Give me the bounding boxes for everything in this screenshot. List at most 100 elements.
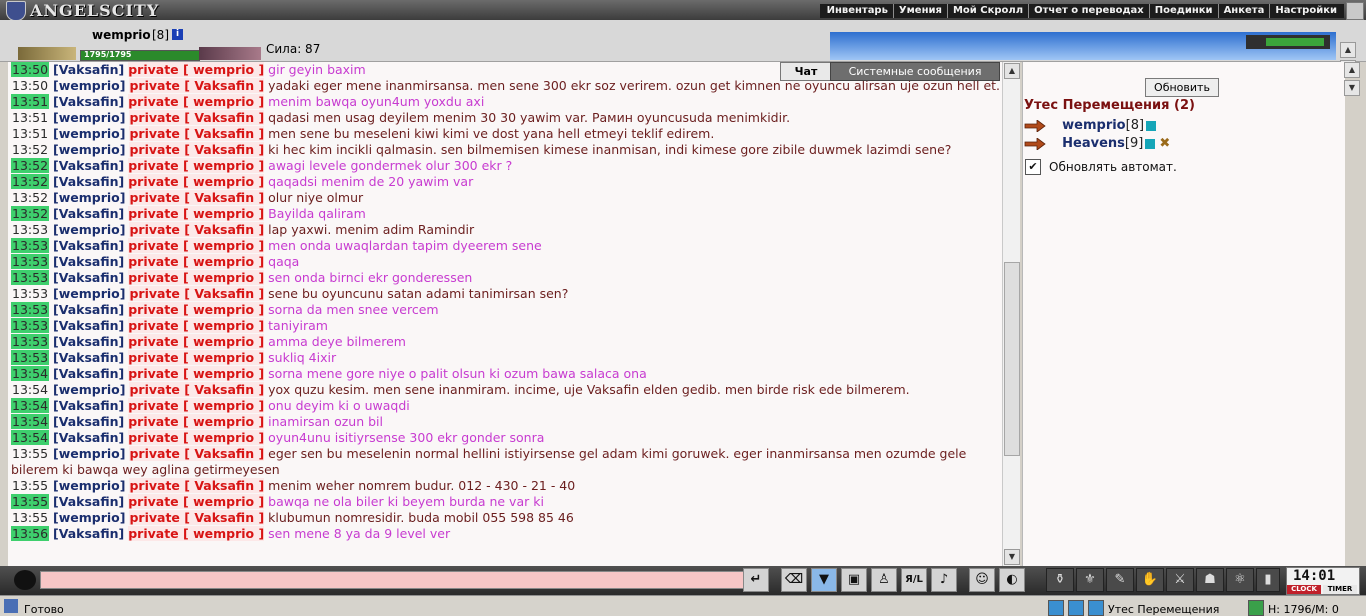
menu-inventory[interactable]: Инвентарь	[822, 4, 893, 18]
message-recipient[interactable]: private [ wemprio ]	[128, 430, 265, 445]
message-sender[interactable]: [Vaksafin]	[53, 430, 124, 445]
message-recipient[interactable]: private [ wemprio ]	[128, 334, 265, 349]
menu-my-scroll[interactable]: Мой Скролл	[946, 4, 1028, 18]
message-sender[interactable]: [Vaksafin]	[53, 302, 124, 317]
info-icon[interactable]: i	[172, 29, 183, 40]
message-recipient[interactable]: private [ Vaksafin ]	[129, 110, 265, 125]
message-sender[interactable]: [Vaksafin]	[53, 94, 124, 109]
message-recipient[interactable]: private [ wemprio ]	[128, 254, 265, 269]
person-button[interactable]: ♙	[871, 568, 897, 592]
scroll-thumb[interactable]	[1004, 262, 1020, 456]
message-recipient[interactable]: private [ Vaksafin ]	[129, 382, 265, 397]
info-icon[interactable]	[1146, 120, 1157, 131]
message-sender[interactable]: [Vaksafin]	[53, 350, 124, 365]
smile-button[interactable]: ☺	[969, 568, 995, 592]
bag-icon[interactable]: ⚱	[1046, 568, 1074, 592]
tab-system-messages[interactable]: Системные сообщения	[830, 62, 1000, 81]
message-recipient[interactable]: private [ wemprio ]	[128, 398, 265, 413]
chat-input[interactable]	[40, 571, 746, 589]
logo[interactable]: ANGELSCITY	[2, 0, 177, 21]
fight-icon[interactable]: ⚔	[1166, 568, 1194, 592]
clear-button[interactable]: ⌫	[781, 568, 807, 592]
save-button[interactable]: ▣	[841, 568, 867, 592]
exit-icon[interactable]: ▮	[1256, 568, 1280, 592]
message-recipient[interactable]: private [ Vaksafin ]	[129, 142, 265, 157]
message-sender[interactable]: [wemprio]	[53, 510, 125, 525]
scroll-up-icon[interactable]: ▲	[1344, 62, 1360, 78]
message-sender[interactable]: [wemprio]	[53, 110, 125, 125]
magic-icon[interactable]: ⚛	[1226, 568, 1254, 592]
message-sender[interactable]: [Vaksafin]	[53, 174, 124, 189]
message-sender[interactable]: [wemprio]	[53, 446, 125, 461]
message-recipient[interactable]: private [ Vaksafin ]	[129, 478, 265, 493]
message-sender[interactable]: [Vaksafin]	[53, 206, 124, 221]
player-name[interactable]: wemprio	[92, 28, 151, 42]
info-icon[interactable]	[1145, 138, 1156, 149]
message-sender[interactable]: [Vaksafin]	[53, 398, 124, 413]
message-sender[interactable]: [Vaksafin]	[53, 414, 124, 429]
message-recipient[interactable]: private [ wemprio ]	[128, 494, 265, 509]
message-recipient[interactable]: private [ wemprio ]	[128, 94, 265, 109]
scroll-up-icon[interactable]: ▲	[1340, 42, 1356, 58]
player-link[interactable]: wemprio	[1062, 118, 1125, 133]
message-recipient[interactable]: private [ wemprio ]	[128, 526, 265, 541]
message-sender[interactable]: [Vaksafin]	[53, 158, 124, 173]
speaker-icon[interactable]	[14, 570, 36, 590]
attack-icon[interactable]: ✖	[1159, 136, 1170, 151]
tab-chat[interactable]: Чат	[780, 62, 832, 81]
message-sender[interactable]: [wemprio]	[53, 286, 125, 301]
clan-icon[interactable]: ⚜	[1076, 568, 1104, 592]
message-sender[interactable]: [wemprio]	[53, 142, 125, 157]
menu-profile[interactable]: Анкета	[1217, 4, 1270, 18]
scroll-up-icon[interactable]: ▲	[1004, 63, 1020, 79]
auto-refresh-toggle[interactable]: ✔ Обновлять автомат.	[1025, 159, 1177, 175]
menu-fights[interactable]: Поединки	[1148, 4, 1218, 18]
message-recipient[interactable]: private [ wemprio ]	[128, 302, 265, 317]
message-sender[interactable]: [Vaksafin]	[53, 494, 124, 509]
message-sender[interactable]: [Vaksafin]	[53, 270, 124, 285]
face-button[interactable]: ◐	[999, 568, 1025, 592]
message-recipient[interactable]: private [ wemprio ]	[128, 238, 265, 253]
message-sender[interactable]: [wemprio]	[53, 382, 125, 397]
house-icon[interactable]: ☗	[1196, 568, 1224, 592]
message-sender[interactable]: [Vaksafin]	[53, 62, 124, 77]
menu-settings[interactable]: Настройки	[1269, 4, 1342, 18]
message-recipient[interactable]: private [ Vaksafin ]	[129, 510, 265, 525]
message-recipient[interactable]: private [ wemprio ]	[128, 174, 265, 189]
message-recipient[interactable]: private [ wemprio ]	[128, 62, 265, 77]
refresh-button[interactable]: Обновить	[1145, 78, 1219, 97]
message-sender[interactable]: [wemprio]	[53, 478, 125, 493]
side-scrollbar[interactable]: ▲ ▼	[1344, 62, 1360, 566]
translit-button[interactable]: Я/L	[901, 568, 927, 592]
clock-label[interactable]: CLOCK	[1287, 585, 1321, 594]
hand-icon[interactable]: ✋	[1136, 568, 1164, 592]
message-recipient[interactable]: private [ wemprio ]	[128, 366, 265, 381]
player-link[interactable]: Heavens	[1062, 136, 1125, 151]
message-sender[interactable]: [Vaksafin]	[53, 526, 124, 541]
menu-transfer-report[interactable]: Отчет о переводах	[1028, 4, 1149, 18]
message-sender[interactable]: [wemprio]	[53, 190, 125, 205]
send-button[interactable]: ↵	[743, 568, 769, 592]
message-sender[interactable]: [Vaksafin]	[53, 318, 124, 333]
chat-log[interactable]: 13:50 [Vaksafin] private [ wemprio ] gir…	[8, 62, 1002, 566]
message-sender[interactable]: [Vaksafin]	[53, 238, 124, 253]
message-recipient[interactable]: private [ Vaksafin ]	[129, 286, 265, 301]
scroll-down-icon[interactable]: ▼	[1344, 80, 1360, 96]
message-recipient[interactable]: private [ Vaksafin ]	[129, 446, 265, 461]
scroll-down-icon[interactable]: ▼	[1004, 549, 1020, 565]
message-recipient[interactable]: private [ wemprio ]	[128, 350, 265, 365]
message-recipient[interactable]: private [ wemprio ]	[128, 158, 265, 173]
message-recipient[interactable]: private [ Vaksafin ]	[129, 190, 265, 205]
menu-skills[interactable]: Умения	[892, 4, 947, 18]
message-sender[interactable]: [wemprio]	[53, 222, 125, 237]
filter-button[interactable]: ▼	[811, 568, 837, 592]
message-recipient[interactable]: private [ wemprio ]	[128, 318, 265, 333]
message-sender[interactable]: [wemprio]	[53, 78, 125, 93]
auto-refresh-checkbox[interactable]: ✔	[1025, 159, 1041, 175]
message-recipient[interactable]: private [ wemprio ]	[128, 414, 265, 429]
scroll-icon[interactable]: ✎	[1106, 568, 1134, 592]
window-button[interactable]	[1346, 2, 1364, 20]
message-sender[interactable]: [wemprio]	[53, 126, 125, 141]
message-sender[interactable]: [Vaksafin]	[53, 366, 124, 381]
message-sender[interactable]: [Vaksafin]	[53, 334, 124, 349]
